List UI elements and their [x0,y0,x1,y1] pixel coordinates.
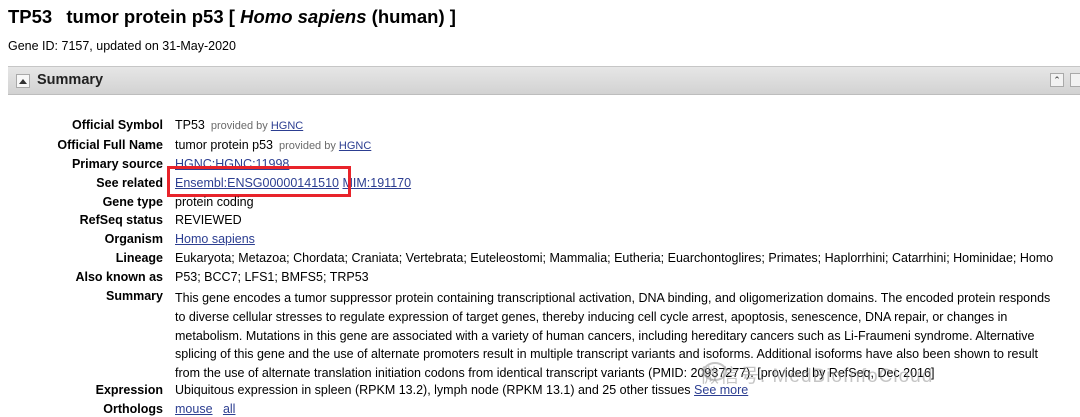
also-known-as-value: P53; BCC7; LFS1; BMFS5; TRP53 [175,270,369,284]
summary-text: This gene encodes a tumor suppressor pro… [175,289,1073,383]
hgnc-link[interactable]: HGNC [339,140,371,152]
section-title: Summary [37,72,104,88]
provided-by-text: provided by [210,120,268,132]
summary-line: splicing of this gene and the use of alt… [175,347,1038,362]
label-primary-source: Primary source [71,157,163,171]
hgnc-link[interactable]: HGNC [271,120,303,132]
provided-by-text: provided by [278,140,336,152]
label-see-related: See related [96,176,163,190]
label-official-symbol: Official Symbol [72,118,163,132]
expression-value: Ubiquitous expression in spleen (RPKM 13… [175,383,748,397]
collapse-all-icon[interactable]: ⌃ [1050,73,1064,87]
label-refseq-status: RefSeq status [79,213,163,227]
gene-type-value: protein coding [175,195,254,209]
gene-name: tumor protein p53 [66,6,224,27]
gene-id-line: Gene ID: 7157, updated on 31-May-2020 [8,39,236,53]
red-highlight-box [167,166,351,197]
label-official-full-name: Official Full Name [57,138,163,152]
provided-by-note: provided by HGNC [279,140,371,152]
gene-symbol: TP53 [8,6,53,27]
official-full-name-value: tumor protein p53 provided by HGNC [175,138,371,152]
summary-line: metabolism. Mutations in this gene are a… [175,328,1035,343]
species-common: (human) ] [371,6,456,27]
lineage-value: Eukaryota; Metazoa; Chordata; Craniata; … [175,251,1054,265]
label-expression: Expression [95,383,163,397]
summary-line: from the use of alternate translation in… [175,366,935,381]
refseq-status-value: REVIEWED [175,213,242,227]
species-open: [ [228,6,235,27]
summary-section-header[interactable]: Summary ⌃ [8,66,1080,95]
organism-value: Homo sapiens [175,232,255,246]
official-symbol-value: TP53 provided by HGNC [175,118,303,132]
organism-link[interactable]: Homo sapiens [175,232,255,246]
label-organism: Organism [104,232,163,246]
official-symbol-text: TP53 [175,118,205,132]
watermark: 微信号: MedBioInfoCloud [700,366,934,387]
scroll-edge-icon [1070,73,1080,87]
ortholog-mouse-link[interactable]: mouse [175,402,213,416]
provided-by-note: provided by HGNC [211,120,303,132]
summary-line: to diverse cellular stresses to regulate… [175,309,1008,324]
official-full-name-text: tumor protein p53 [175,138,273,152]
mim-link[interactable]: MIM:191170 [343,176,412,190]
label-lineage: Lineage [115,251,163,265]
label-gene-type: Gene type [102,195,163,209]
species-name: Homo sapiens [240,6,367,27]
orthologs-value: mouse all [175,402,235,416]
page-title: TP53 tumor protein p53 [ Homo sapiens (h… [8,6,456,28]
summary-line: This gene encodes a tumor suppressor pro… [175,291,1051,305]
collapse-toggle-icon[interactable] [16,74,30,88]
expression-text: Ubiquitous expression in spleen (RPKM 13… [175,383,691,397]
label-also-known-as: Also known as [75,270,163,284]
ortholog-all-link[interactable]: all [223,402,236,416]
label-orthologs: Orthologs [103,402,163,416]
label-summary: Summary [106,289,163,303]
